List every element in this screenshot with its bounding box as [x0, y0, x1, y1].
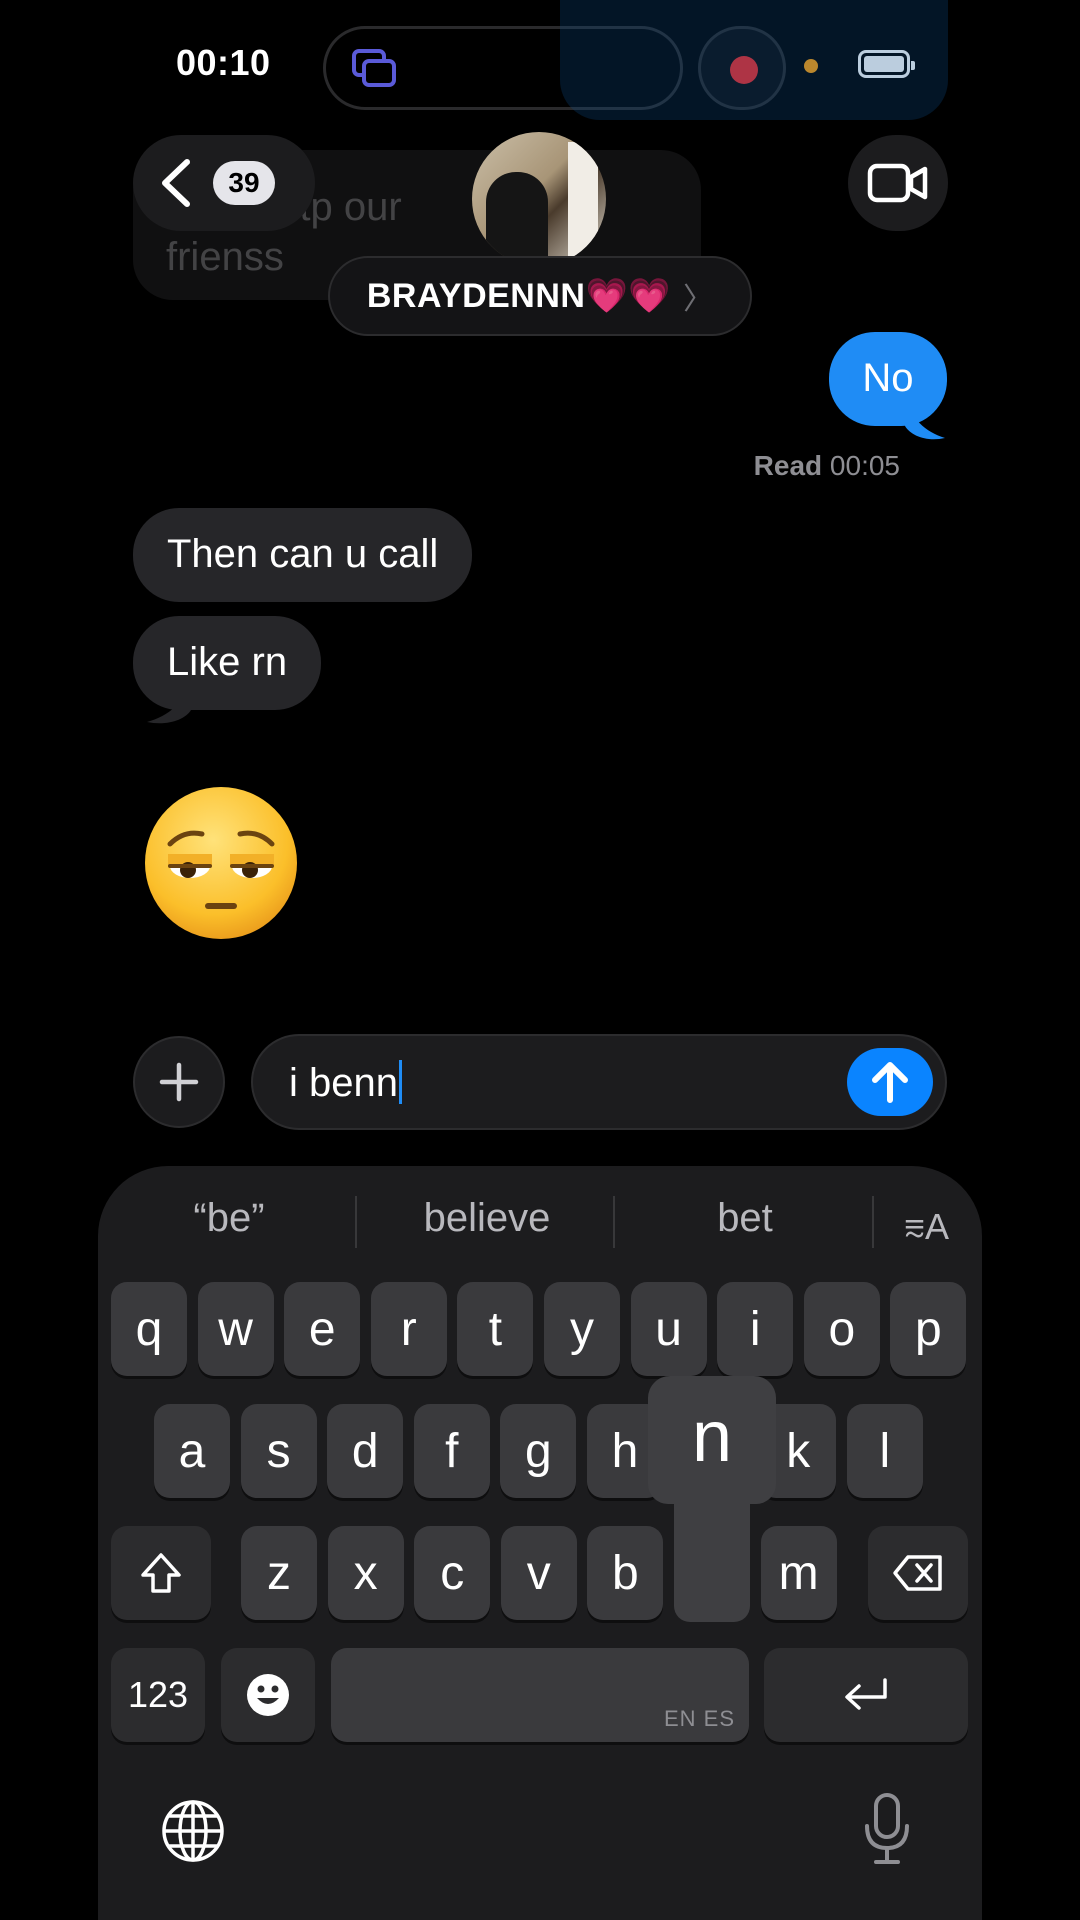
read-receipt-time: 00:05 — [829, 450, 900, 481]
return-icon — [845, 1678, 887, 1710]
chevron-right-icon: 〉 — [683, 283, 714, 316]
facetime-video-button[interactable] — [848, 135, 948, 231]
key-q[interactable]: q — [111, 1282, 187, 1376]
bubble-tail — [905, 398, 945, 440]
return-key[interactable] — [764, 1648, 968, 1742]
avatar-photo-person — [486, 172, 548, 266]
keyboard-languages: EN ES — [663, 1706, 735, 1731]
suggestion-divider — [613, 1196, 615, 1248]
key-x[interactable]: x — [327, 1526, 404, 1620]
pressed-key-label: n — [691, 1397, 733, 1477]
suggestion-item[interactable]: “be” — [104, 1196, 354, 1241]
keyboard: “be” believe bet ⩳A qwertyuiopasdfghjklz… — [98, 1166, 982, 1920]
key-a[interactable]: a — [154, 1404, 230, 1498]
text-caret — [398, 1060, 402, 1104]
shift-key[interactable] — [111, 1526, 211, 1620]
suggestion-divider — [872, 1196, 874, 1248]
predictive-suggestions: “be” believe bet ⩳A — [98, 1166, 982, 1276]
suggestion-divider — [355, 1196, 357, 1248]
emoji-key[interactable] — [221, 1648, 315, 1742]
chevron-left-icon — [162, 159, 190, 207]
pressed-key-popup: n — [648, 1376, 776, 1622]
plus-icon — [159, 1062, 199, 1102]
key-z[interactable]: z — [241, 1526, 317, 1620]
key-d[interactable]: d — [327, 1404, 404, 1498]
arrow-up-icon — [872, 1062, 908, 1103]
key-i[interactable]: i — [717, 1282, 794, 1376]
key-g[interactable]: g — [500, 1404, 577, 1498]
status-time: 00:10 — [176, 42, 271, 83]
key-u[interactable]: u — [630, 1282, 707, 1376]
space-key[interactable]: EN ES — [331, 1648, 749, 1742]
read-receipt-label: Read — [753, 450, 823, 481]
send-button[interactable] — [847, 1048, 933, 1116]
key-v[interactable]: v — [500, 1526, 577, 1620]
numbers-key[interactable]: 123 — [111, 1648, 205, 1742]
message-input[interactable]: i benn — [251, 1034, 947, 1130]
key-y[interactable]: y — [544, 1282, 620, 1376]
microphone-icon[interactable] — [862, 1792, 912, 1866]
key-l[interactable]: l — [846, 1404, 923, 1498]
contact-name-button[interactable]: BRAYDENNN💗💗 〉 — [328, 256, 752, 336]
key-f[interactable]: f — [413, 1404, 490, 1498]
delete-key[interactable] — [868, 1526, 968, 1620]
bubble-tail — [147, 680, 191, 724]
unread-count-badge: 39 — [213, 161, 275, 205]
message-input-text: i benn — [289, 1061, 398, 1105]
smiley-icon — [247, 1674, 289, 1716]
key-p[interactable]: p — [890, 1282, 967, 1376]
key-s[interactable]: s — [240, 1404, 317, 1498]
suggestion-item[interactable]: believe — [362, 1196, 612, 1241]
video-camera-icon — [867, 163, 928, 203]
globe-icon[interactable] — [160, 1798, 226, 1864]
text-format-button[interactable]: ⩳A — [904, 1206, 949, 1249]
avatar-photo-door — [568, 142, 598, 266]
pensive-face-emoji-message[interactable] — [140, 782, 302, 944]
read-receipt: Read 00:05 — [754, 450, 900, 482]
key-r[interactable]: r — [370, 1282, 447, 1376]
suggestion-item[interactable]: bet — [620, 1196, 870, 1241]
scrolled-bubble-top — [560, 0, 948, 120]
key-e[interactable]: e — [284, 1282, 361, 1376]
key-t[interactable]: t — [457, 1282, 534, 1376]
contact-avatar[interactable] — [472, 132, 606, 266]
key-w[interactable]: w — [197, 1282, 274, 1376]
shift-icon — [141, 1553, 181, 1593]
message-bubble-incoming[interactable]: Then can u call — [133, 508, 473, 602]
key-c[interactable]: c — [414, 1526, 491, 1620]
back-button[interactable]: 39 — [133, 135, 315, 231]
key-o[interactable]: o — [803, 1282, 880, 1376]
add-attachment-button[interactable] — [133, 1036, 225, 1128]
contact-name: BRAYDENNN💗💗 — [366, 277, 672, 315]
screen-mirroring-icon — [352, 49, 396, 87]
delete-icon — [893, 1555, 942, 1591]
